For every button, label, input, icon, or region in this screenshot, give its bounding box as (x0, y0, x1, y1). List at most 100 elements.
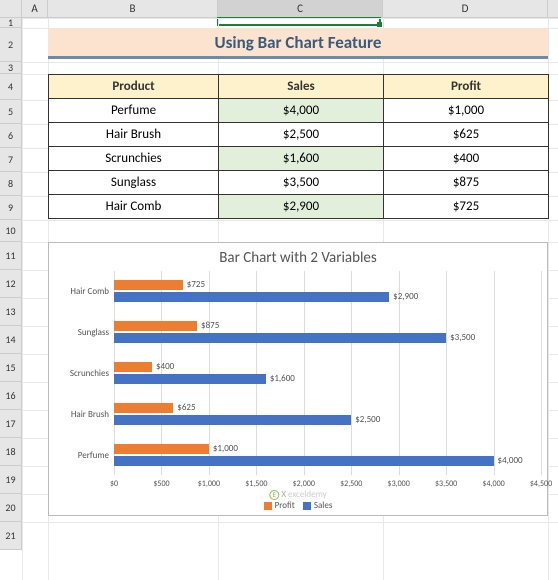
bar-label-sales: $1,600 (270, 373, 295, 384)
bar-profit[interactable] (114, 280, 183, 290)
category-label: Scrunchies (57, 368, 109, 379)
cell-product[interactable]: Perfume (49, 99, 219, 123)
bar-profit[interactable] (114, 321, 197, 331)
row-header-13[interactable]: 13 (0, 298, 22, 326)
table-row[interactable]: Scrunchies$1,600$400 (49, 147, 549, 171)
title-text: Using Bar Chart Feature (215, 32, 382, 53)
cell-profit[interactable]: $725 (384, 195, 549, 219)
col-header-B[interactable]: B (48, 0, 218, 17)
bar-sales[interactable] (114, 415, 351, 425)
bar-profit[interactable] (114, 362, 152, 372)
x-tick: $3,000 (388, 479, 410, 489)
chart-legend: Profit Sales (49, 500, 547, 511)
row-header-4[interactable]: 4 (0, 74, 22, 100)
col-header-D[interactable]: D (383, 0, 548, 17)
row-header-11[interactable]: 11 (0, 242, 22, 270)
col-header-C[interactable]: C (218, 0, 383, 17)
x-tick: $1,500 (245, 479, 267, 489)
cell-product[interactable]: Scrunchies (49, 147, 219, 171)
bar-label-profit: $875 (201, 320, 219, 331)
col-header-A[interactable]: A (22, 0, 48, 17)
bar-label-profit: $625 (177, 402, 195, 413)
table-body: Perfume$4,000$1,000Hair Brush$2,500$625S… (49, 99, 549, 219)
cell-product[interactable]: Sunglass (49, 171, 219, 195)
bar-sales[interactable] (114, 374, 266, 384)
bar-sales[interactable] (114, 333, 446, 343)
row-header-7[interactable]: 7 (0, 148, 22, 172)
row-header-14[interactable]: 14 (0, 326, 22, 354)
cell-sales[interactable]: $2,500 (219, 123, 384, 147)
cell-profit[interactable]: $875 (384, 171, 549, 195)
watermark: E X exceldemy (269, 489, 326, 500)
bar-chart[interactable]: Bar Chart with 2 Variables $725 $2,900 $87… (48, 242, 548, 516)
x-tick: $2,500 (340, 479, 362, 489)
chart-title: Bar Chart with 2 Variables (49, 249, 547, 267)
cell-product[interactable]: Hair Comb (49, 195, 219, 219)
cell-sales[interactable]: $4,000 (219, 99, 384, 123)
x-tick: $500 (153, 479, 169, 489)
bar-profit[interactable] (114, 444, 209, 454)
table-row[interactable]: Hair Brush$2,500$625 (49, 123, 549, 147)
category-label: Perfume (57, 450, 109, 461)
category-label: Hair Brush (57, 409, 109, 420)
row-header-16[interactable]: 16 (0, 382, 22, 410)
table-row[interactable]: Perfume$4,000$1,000 (49, 99, 549, 123)
bar-label-sales: $3,500 (450, 332, 475, 343)
cell-profit[interactable]: $400 (384, 147, 549, 171)
row-header-5[interactable]: 5 (0, 100, 22, 124)
row-header-21[interactable]: 21 (0, 522, 22, 550)
header-product[interactable]: Product (49, 75, 219, 99)
bar-label-sales: $4,000 (498, 455, 523, 466)
table-row[interactable]: Sunglass$3,500$875 (49, 171, 549, 195)
table-header-row: Product Sales Profit (49, 75, 549, 99)
bar-label-sales: $2,900 (393, 291, 418, 302)
row-header-12[interactable]: 12 (0, 270, 22, 298)
header-profit[interactable]: Profit (384, 75, 549, 99)
row-header-6[interactable]: 6 (0, 124, 22, 148)
bar-profit[interactable] (114, 403, 173, 413)
cells-area[interactable]: Using Bar Chart Feature Product Sales Pr… (22, 18, 558, 580)
bar-label-sales: $2,500 (355, 414, 380, 425)
cell-sales[interactable]: $1,600 (219, 147, 384, 171)
x-tick: $3,500 (435, 479, 457, 489)
cell-profit[interactable]: $1,000 (384, 99, 549, 123)
x-tick: $2,000 (293, 479, 315, 489)
row-header-10[interactable]: 10 (0, 220, 22, 242)
row-header-3[interactable]: 3 (0, 62, 22, 74)
row-header-8[interactable]: 8 (0, 172, 22, 196)
row-header-15[interactable]: 15 (0, 354, 22, 382)
cell-profit[interactable]: $625 (384, 123, 549, 147)
row-header-20[interactable]: 20 (0, 494, 22, 522)
column-headers: ABCD (0, 0, 558, 18)
x-tick: $1,000 (198, 479, 220, 489)
cell-sales[interactable]: $2,900 (219, 195, 384, 219)
watermark-text: exceldemy (288, 489, 327, 500)
bar-label-profit: $725 (187, 279, 205, 290)
cell-sales[interactable]: $3,500 (219, 171, 384, 195)
category-label: Hair Comb (57, 286, 109, 297)
select-all-corner[interactable] (0, 0, 22, 17)
spreadsheet-grid[interactable]: ABCD 123456789101112131415161718192021 U… (0, 0, 558, 580)
x-tick: $4,500 (530, 479, 552, 489)
table-row[interactable]: Hair Comb$2,900$725 (49, 195, 549, 219)
row-header-1[interactable]: 1 (0, 18, 22, 28)
watermark-icon: E (269, 490, 279, 500)
row-header-17[interactable]: 17 (0, 410, 22, 438)
chart-plot-area: $725 $2,900 $875 $3,500 $400 $1,600 $625 $2,500… (114, 271, 539, 475)
row-header-9[interactable]: 9 (0, 196, 22, 220)
row-header-2[interactable]: 2 (0, 28, 22, 62)
legend-item[interactable]: Profit (264, 500, 295, 511)
bar-sales[interactable] (114, 292, 389, 302)
cell-product[interactable]: Hair Brush (49, 123, 219, 147)
row-header-18[interactable]: 18 (0, 438, 22, 466)
bar-label-profit: $1,000 (213, 443, 238, 454)
bar-sales[interactable] (114, 456, 494, 466)
header-sales[interactable]: Sales (219, 75, 384, 99)
bar-label-profit: $400 (156, 361, 174, 372)
data-table[interactable]: Product Sales Profit Perfume$4,000$1,000… (48, 74, 549, 219)
category-label: Sunglass (57, 327, 109, 338)
row-header-19[interactable]: 19 (0, 466, 22, 494)
legend-item[interactable]: Sales (303, 500, 333, 511)
watermark-prefix: X (281, 489, 286, 500)
title-banner: Using Bar Chart Feature (48, 28, 548, 59)
